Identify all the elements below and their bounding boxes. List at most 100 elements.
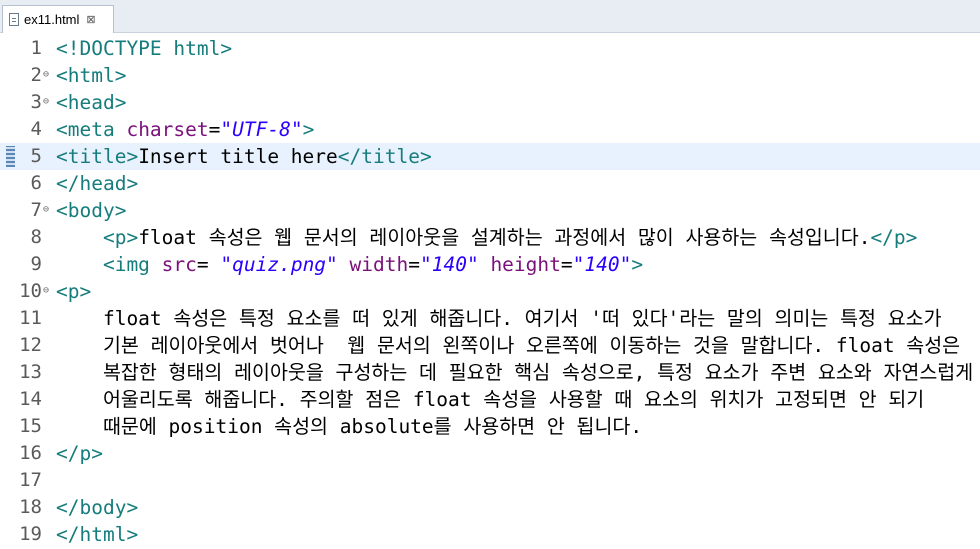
code-text: </head> [56, 170, 138, 197]
code-token: width [337, 253, 409, 276]
code-line[interactable]: 1 <!DOCTYPE html> [0, 35, 980, 62]
code-token: 어울리도록 해줍니다. 주의할 점은 float 속성을 사용할 때 요소의 위… [56, 388, 925, 411]
line-number: 18 [19, 496, 42, 518]
code-text: 기본 레이아웃에서 벗어나 웹 문서의 왼쪽이나 오른쪽에 이동하는 것을 말합… [56, 332, 960, 359]
code-text: <html> [56, 62, 126, 89]
code-text: <title>Insert title here</title> [56, 143, 432, 170]
code-text: 때문에 position 속성의 absolute를 사용하면 안 됩니다. [56, 413, 642, 440]
fold-minus-icon[interactable]: ⊖ [43, 97, 49, 107]
code-token: <meta [56, 118, 127, 141]
code-line[interactable]: 7 ⊖ <body> [0, 197, 980, 224]
code-token: <html> [56, 64, 127, 87]
editor-tab-bar: ex11.html ⊠ [0, 0, 980, 33]
code-text: 복잡한 형태의 레이아웃을 구성하는 데 필요한 핵심 속성으로, 특정 요소가… [56, 359, 973, 386]
fold-minus-icon[interactable]: ⊖ [43, 286, 49, 296]
code-editor[interactable]: 1 <!DOCTYPE html> 2 ⊖ <html> 3 ⊖ <head> 4 <meta c… [0, 34, 980, 549]
code-text: <head> [56, 89, 126, 116]
code-token: "UTF-8" [220, 118, 303, 141]
code-token: </p> [870, 226, 918, 249]
code-token: </title> [337, 145, 432, 168]
line-number: 2 [30, 64, 42, 86]
code-line[interactable]: 3 ⊖ <head> [0, 89, 980, 116]
line-number: 12 [19, 334, 42, 356]
code-line[interactable]: 19 </html> [0, 521, 980, 548]
code-line[interactable]: 18 </body> [0, 494, 980, 521]
code-line[interactable]: 9 <img src= "quiz.png" width="140" heigh… [0, 251, 980, 278]
code-token: > [302, 118, 315, 141]
code-line[interactable]: 15 때문에 position 속성의 absolute를 사용하면 안 됩니다… [0, 413, 980, 440]
code-text: <p> [56, 278, 91, 305]
code-token: <p> [56, 226, 139, 249]
code-text: <meta charset="UTF-8"> [56, 116, 314, 143]
code-token: charset [126, 118, 209, 141]
code-line[interactable]: 8 <p>float 속성은 웹 문서의 레이아웃을 설계하는 과정에서 많이 … [0, 224, 980, 251]
line-number: 6 [30, 172, 42, 194]
code-token: </html> [56, 523, 139, 546]
code-token: "140" [420, 253, 479, 276]
code-text: <body> [56, 197, 126, 224]
line-number: 19 [19, 523, 42, 545]
code-token: = [196, 253, 221, 276]
code-token: "quiz.png" [220, 253, 338, 276]
code-line[interactable]: 2 ⊖ <html> [0, 62, 980, 89]
line-number: 15 [19, 415, 42, 437]
line-number: 1 [30, 37, 42, 59]
code-token: 복잡한 형태의 레이아웃을 구성하는 데 필요한 핵심 속성으로, 특정 요소가… [56, 361, 974, 384]
code-token: <head> [56, 91, 127, 114]
code-line[interactable]: 4 <meta charset="UTF-8"> [0, 116, 980, 143]
code-line[interactable]: 10 ⊖ <p> [0, 278, 980, 305]
tab-ex11-html[interactable]: ex11.html ⊠ [2, 5, 114, 33]
line-number: 4 [30, 118, 42, 140]
code-line[interactable]: 14 어울리도록 해줍니다. 주의할 점은 float 속성을 사용할 때 요소… [0, 386, 980, 413]
line-number: 9 [30, 253, 42, 275]
code-line[interactable]: 13 복잡한 형태의 레이아웃을 구성하는 데 필요한 핵심 속성으로, 특정 … [0, 359, 980, 386]
fold-minus-icon[interactable]: ⊖ [43, 70, 49, 80]
close-icon[interactable]: ⊠ [86, 13, 95, 26]
code-line[interactable]: 17 [0, 467, 980, 494]
code-text: <p>float 속성은 웹 문서의 레이아웃을 설계하는 과정에서 많이 사용… [56, 224, 917, 251]
code-text: <img src= "quiz.png" width="140" height=… [56, 251, 643, 278]
line-number: 3 [30, 91, 42, 113]
code-text: 어울리도록 해줍니다. 주의할 점은 float 속성을 사용할 때 요소의 위… [56, 386, 924, 413]
line-number: 11 [19, 307, 42, 329]
html-file-icon [9, 13, 19, 26]
code-text: </body> [56, 494, 138, 521]
line-number: 8 [30, 226, 42, 248]
change-marker [6, 146, 15, 167]
code-token: </p> [56, 442, 103, 465]
code-token: = [208, 118, 221, 141]
code-text: float 속성은 특정 요소를 떠 있게 해줍니다. 여기서 '떠 있다'라는… [56, 305, 942, 332]
line-number: 5 [30, 145, 42, 167]
line-number: 13 [19, 361, 42, 383]
code-line[interactable]: 6 </head> [0, 170, 980, 197]
code-token: float 속성은 웹 문서의 레이아웃을 설계하는 과정에서 많이 사용하는 … [138, 226, 871, 249]
line-number: 10 [19, 280, 42, 302]
code-token: <title> [56, 145, 139, 168]
code-line[interactable]: 16 </p> [0, 440, 980, 467]
code-token: <!DOCTYPE html> [56, 37, 233, 60]
code-token: "140" [572, 253, 632, 276]
code-token: Insert title here [138, 145, 338, 168]
code-text: <!DOCTYPE html> [56, 35, 232, 62]
line-number: 14 [19, 388, 42, 410]
fold-minus-icon[interactable]: ⊖ [43, 205, 49, 215]
code-token: 기본 레이아웃에서 벗어나 웹 문서의 왼쪽이나 오른쪽에 이동하는 것을 말합… [56, 334, 961, 357]
line-number: 17 [19, 469, 42, 491]
code-token: <img [56, 253, 162, 276]
code-token: float 속성은 특정 요소를 떠 있게 해줍니다. 여기서 '떠 있다'라는… [56, 307, 942, 330]
code-token: height [478, 253, 561, 276]
code-token: src [161, 253, 197, 276]
code-line[interactable]: 11 float 속성은 특정 요소를 떠 있게 해줍니다. 여기서 '떠 있다… [0, 305, 980, 332]
code-line[interactable]: 5 <title>Insert title here</title> [0, 143, 980, 170]
code-token: 때문에 position 속성의 absolute를 사용하면 안 됩니다. [56, 415, 643, 438]
line-number: 16 [19, 442, 42, 464]
code-text: </p> [56, 440, 103, 467]
code-token: = [560, 253, 573, 276]
code-token: > [631, 253, 644, 276]
code-token: <body> [56, 199, 127, 222]
code-token: </body> [56, 496, 139, 519]
line-number: 7 [30, 199, 42, 221]
tab-filename: ex11.html [24, 12, 80, 27]
code-text: </html> [56, 521, 138, 548]
code-line[interactable]: 12 기본 레이아웃에서 벗어나 웹 문서의 왼쪽이나 오른쪽에 이동하는 것을… [0, 332, 980, 359]
